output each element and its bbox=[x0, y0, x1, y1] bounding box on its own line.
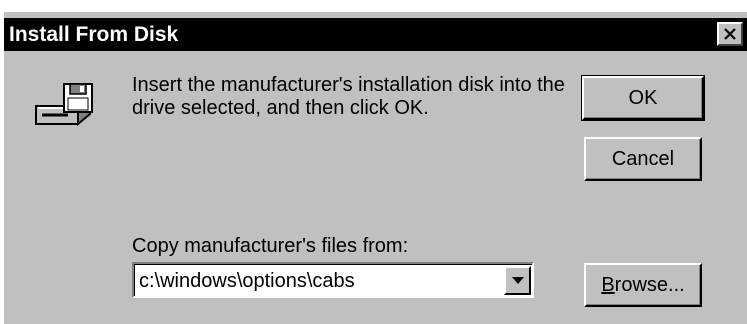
cancel-button[interactable]: Cancel bbox=[584, 137, 702, 181]
combobox-field: c:\windows\options\cabs bbox=[134, 264, 532, 296]
dropdown-button[interactable] bbox=[504, 266, 531, 295]
browse-button[interactable]: Browse... bbox=[584, 263, 702, 307]
browse-label: rowse... bbox=[614, 274, 685, 296]
title-bar[interactable]: Install From Disk bbox=[4, 18, 747, 51]
close-icon bbox=[724, 28, 736, 40]
browse-mnemonic: B bbox=[601, 274, 615, 296]
dialog-title: Install From Disk bbox=[9, 23, 179, 46]
install-from-disk-dialog: Install From Disk Insert the manufacture… bbox=[4, 12, 747, 324]
cropped-background-text bbox=[60, 0, 500, 8]
ok-button[interactable]: OK bbox=[581, 75, 705, 121]
floppy-drive-icon bbox=[34, 82, 96, 133]
chevron-down-icon bbox=[512, 277, 524, 284]
copy-from-label: Copy manufacturer's files from: bbox=[132, 235, 409, 257]
copy-from-combobox[interactable]: c:\windows\options\cabs bbox=[132, 262, 534, 298]
instruction-message: Insert the manufacturer's installation d… bbox=[132, 74, 565, 119]
screenshot-page: Install From Disk Insert the manufacture… bbox=[0, 0, 747, 324]
close-button[interactable] bbox=[717, 22, 743, 46]
copy-from-path[interactable]: c:\windows\options\cabs bbox=[139, 269, 355, 293]
